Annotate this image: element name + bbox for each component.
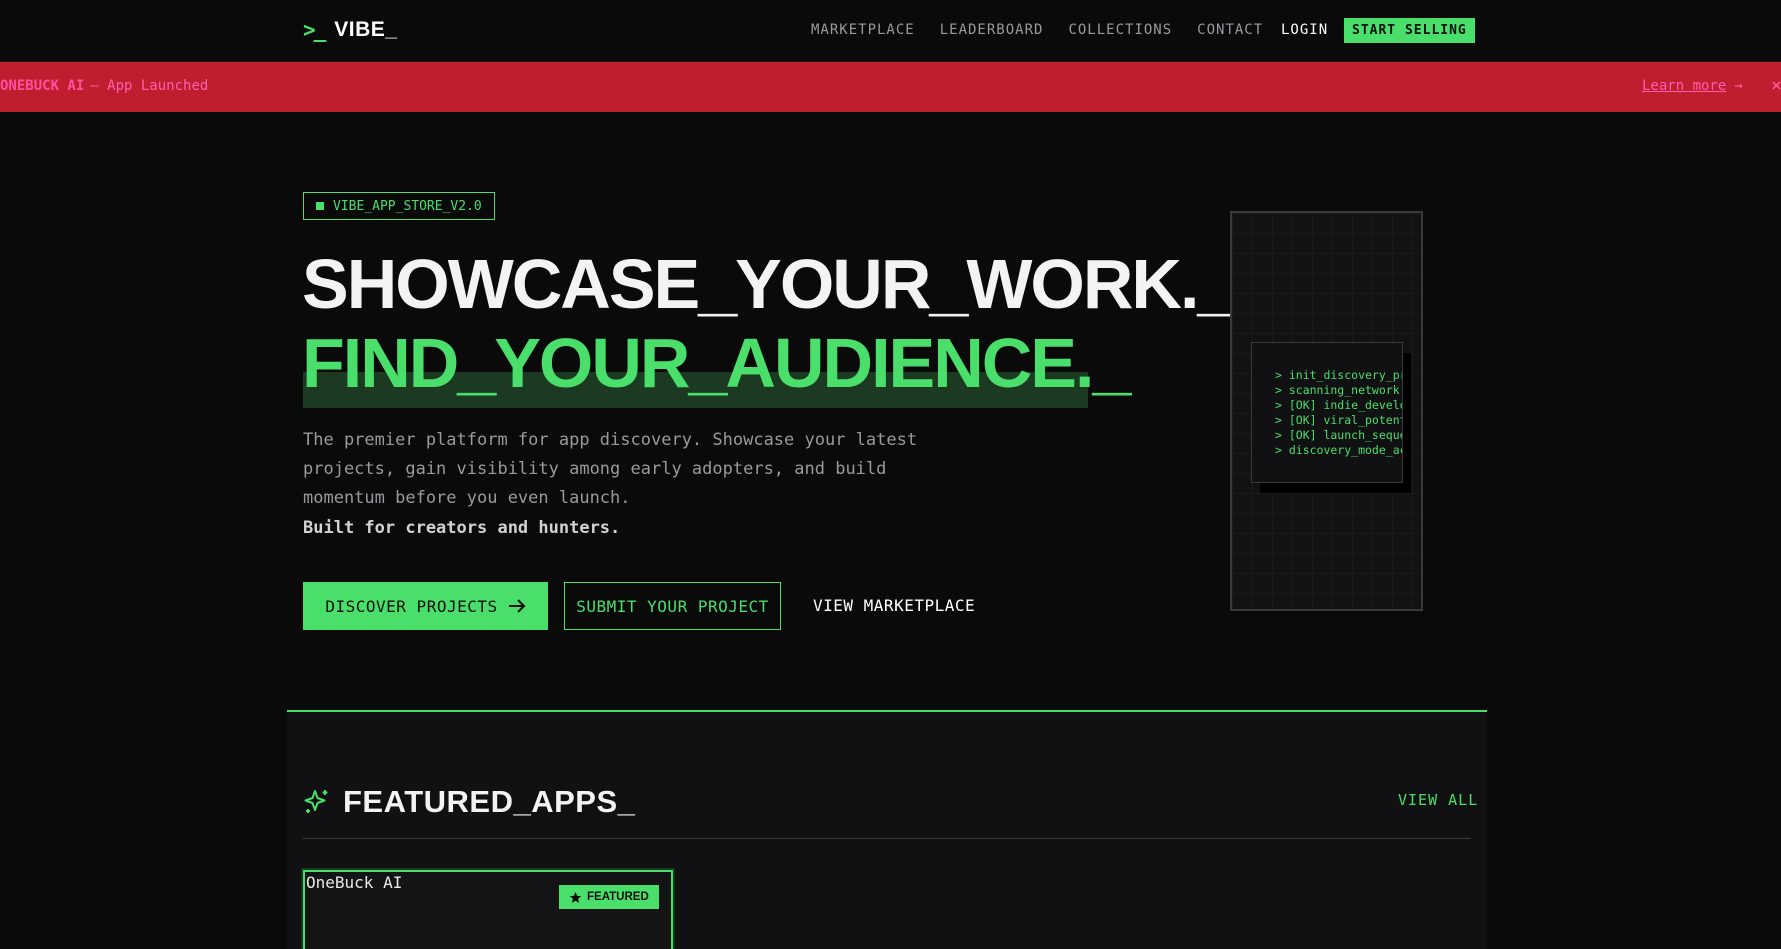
hero-tagline: Built for creators and hunters. (303, 518, 621, 538)
section-divider (303, 838, 1471, 839)
featured-title: FEATURED_APPS_ (343, 784, 636, 819)
square-dot-icon (316, 202, 324, 210)
discover-projects-button[interactable]: DISCOVER PROJECTS (303, 582, 548, 630)
version-badge-label: VIBE_APP_STORE_V2.0 (333, 198, 482, 214)
top-navbar: >_ VIBE_ MARKETPLACE LEADERBOARD COLLECT… (0, 0, 1781, 62)
terminal-line: > discovery_mode_act (1275, 443, 1403, 457)
view-all-link[interactable]: VIEW ALL (1398, 791, 1478, 809)
arrow-right-icon (508, 599, 526, 613)
banner-message: ONEBUCK AI — App Launched (0, 78, 208, 94)
arrow-right-icon: → (1734, 78, 1743, 94)
login-link[interactable]: LOGIN (1281, 22, 1328, 38)
terminal-line: > scanning_network.. (1275, 383, 1403, 397)
sparkle-icon (304, 790, 328, 813)
terminal-illustration: > init_discovery_pro > scanning_network.… (1230, 211, 1423, 611)
terminal-window: > init_discovery_pro > scanning_network.… (1251, 342, 1403, 483)
hero-title-line2-wrap: FIND_YOUR_AUDIENCE._ (302, 323, 1131, 408)
banner-app-name: ONEBUCK AI (0, 78, 85, 94)
logo[interactable]: >_ VIBE_ (303, 18, 398, 42)
terminal-line: > [OK] launch_sequen (1275, 428, 1403, 442)
nav-links: MARKETPLACE LEADERBOARD COLLECTIONS CONT… (811, 22, 1263, 38)
launch-banner: ONEBUCK AI — App Launched Learn more → × (0, 62, 1781, 112)
star-icon (569, 891, 582, 903)
close-icon[interactable]: × (1771, 75, 1781, 96)
start-selling-button[interactable]: START SELLING (1344, 18, 1475, 43)
nav-link-collections[interactable]: COLLECTIONS (1068, 22, 1172, 38)
terminal-line: > [OK] viral_potenti (1275, 413, 1403, 427)
app-name: OneBuck AI (306, 873, 403, 892)
nav-link-contact[interactable]: CONTACT (1197, 22, 1263, 38)
banner-learn-more[interactable]: Learn more → (1642, 78, 1743, 94)
version-badge: VIBE_APP_STORE_V2.0 (303, 192, 495, 220)
hero-title-line1: SHOWCASE_YOUR_WORK._ (302, 245, 1236, 323)
banner-text: — App Launched (90, 78, 209, 94)
view-marketplace-link[interactable]: VIEW MARKETPLACE (813, 596, 975, 615)
featured-badge-label: FEATURED (587, 891, 649, 903)
submit-project-button[interactable]: SUBMIT YOUR PROJECT (564, 582, 781, 630)
logo-text: VIBE_ (334, 18, 398, 41)
learn-more-link[interactable]: Learn more (1642, 78, 1726, 94)
terminal-line: > init_discovery_pro (1275, 368, 1403, 382)
nav-link-leaderboard[interactable]: LEADERBOARD (940, 22, 1044, 38)
featured-apps-section: FEATURED_APPS_ VIEW ALL OneBuck AI FEATU… (287, 710, 1487, 949)
featured-badge: FEATURED (559, 885, 659, 909)
featured-heading: FEATURED_APPS_ (303, 784, 635, 820)
terminal-prompt-icon: >_ (303, 18, 326, 42)
hero-title-line2: FIND_YOUR_AUDIENCE._ (302, 324, 1131, 402)
discover-projects-label: DISCOVER PROJECTS (325, 596, 498, 616)
app-card[interactable]: OneBuck AI FEATURED (303, 870, 673, 949)
hero-description: The premier platform for app discovery. … (303, 430, 918, 508)
nav-link-marketplace[interactable]: MARKETPLACE (811, 22, 915, 38)
terminal-line: > [OK] indie_develop (1275, 398, 1403, 412)
